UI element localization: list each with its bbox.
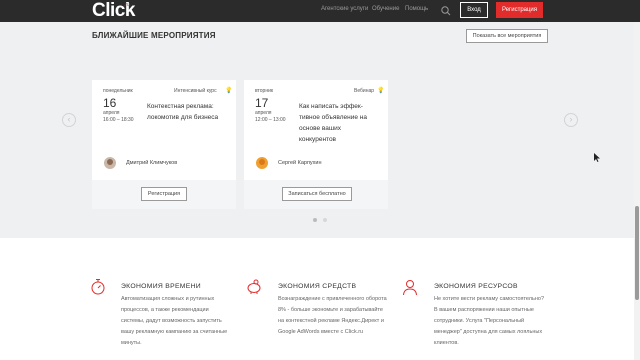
top-navbar: Click .ru Агентские услуги Обучение Помо…: [0, 0, 640, 22]
feature-text-line: клиентов.: [434, 340, 459, 346]
scrollbar-thumb[interactable]: [635, 206, 639, 300]
event-title-line: основе ваших: [299, 125, 341, 132]
event-time: 12:00 – 13:00: [255, 117, 286, 123]
speaker-avatar: [104, 157, 116, 169]
feature-text-line: Не хотите вести рекламу самостоятельно?: [434, 296, 545, 302]
feature-text-line: на контекстной рекламе Яндекс.Директ и: [278, 318, 384, 324]
event-type: Вебинар: [354, 88, 375, 94]
carousel-next-arrow[interactable]: ›: [564, 113, 578, 127]
feature-text-line: системы, дадут возможность запустить: [121, 318, 222, 324]
carousel-dot-active[interactable]: [313, 218, 317, 222]
feature-text-line: минуты.: [121, 340, 142, 346]
event-weekday: понедельник: [103, 88, 133, 94]
speaker-name: Сергей Карпухин: [278, 160, 322, 166]
carousel-prev-arrow[interactable]: ‹: [62, 113, 76, 127]
feature-title-time: ЭКОНОМИЯ ВРЕМЕНИ: [121, 283, 201, 290]
login-button[interactable]: Вход: [460, 2, 488, 18]
event-register-button[interactable]: Регистрация: [141, 187, 187, 201]
event-title-line: Контекстная реклама:: [147, 103, 214, 110]
speaker-avatar: [256, 157, 268, 169]
search-icon[interactable]: [440, 5, 452, 17]
event-day-number: 16: [103, 96, 117, 110]
feature-text-line: менеджер" доступна для самых лояльных: [434, 329, 543, 335]
event-weekday: вторник: [255, 88, 274, 94]
feature-title-money: ЭКОНОМИЯ СРЕДСТВ: [278, 283, 357, 290]
event-month: апреля: [103, 110, 120, 116]
lightbulb-icon: 💡: [377, 88, 385, 94]
piggy-bank-icon: [247, 279, 261, 294]
stopwatch-icon: [91, 279, 105, 295]
person-icon: [403, 280, 417, 296]
feature-text-line: процессов, а также рекомендации: [121, 307, 209, 313]
feature-text-line: Автоматизация сложных и рутинных: [121, 296, 215, 302]
feature-text-resources: Не хотите вести рекламу самостоятельно? …: [434, 294, 544, 349]
show-all-events-button[interactable]: Показать все мероприятия: [466, 29, 548, 43]
event-title-line: тивное объявление на: [299, 114, 367, 121]
feature-text-time: Автоматизация сложных и рутинных процесс…: [121, 294, 227, 349]
chevron-right-icon: ›: [569, 114, 573, 124]
feature-title-resources: ЭКОНОМИЯ РЕСУРСОВ: [434, 283, 518, 290]
event-title-line: конкурентов: [299, 136, 337, 143]
event-signup-free-button[interactable]: Записаться бесплатно: [282, 187, 352, 201]
nav-help[interactable]: Помощь: [405, 6, 428, 12]
feature-text-line: сотрудники. Услуга "Персональный: [434, 318, 525, 324]
event-type: Интенсивный курс: [174, 88, 217, 94]
event-day-number: 17: [255, 96, 269, 110]
nav-education[interactable]: Обучение: [372, 6, 399, 12]
section-title: БЛИЖАЙШИЕ МЕРОПРИЯТИЯ: [92, 31, 216, 40]
event-title[interactable]: Контекстная реклама: локомотив для бизне…: [147, 101, 218, 123]
feature-text-line: вашу рекламную кампанию за считанные: [121, 329, 228, 335]
feature-text-line: 8% - больше экономьте и зарабатывайте: [278, 307, 383, 313]
feature-text-money: Вознаграждение с привлеченного оборота 8…: [278, 294, 387, 338]
feature-text-line: Google AdWords вместе с Click.ru: [278, 329, 364, 335]
nav-agency-services[interactable]: Агентские услуги: [321, 6, 368, 12]
lightbulb-icon: 💡: [225, 88, 233, 94]
event-month: апреля: [255, 110, 272, 116]
page-scrollbar[interactable]: [634, 22, 640, 360]
event-title[interactable]: Как написать эффек- тивное объявление на…: [299, 101, 367, 145]
speaker-name: Дмитрий Климчуков: [126, 160, 178, 166]
feature-text-line: Вознаграждение с привлеченного оборота: [278, 296, 387, 302]
event-title-line: локомотив для бизнеса: [147, 114, 219, 121]
mouse-cursor-icon: [594, 153, 600, 162]
chevron-left-icon: ‹: [67, 114, 71, 124]
carousel-dot[interactable]: [323, 218, 327, 222]
register-button[interactable]: Регистрация: [496, 2, 543, 18]
feature-text-line: В вашем распоряжении наши опытные: [434, 307, 534, 313]
event-time: 16:00 – 18:30: [103, 117, 134, 123]
event-title-line: Как написать эффек-: [299, 103, 363, 110]
logo-domain-suffix: .ru: [124, 2, 130, 8]
